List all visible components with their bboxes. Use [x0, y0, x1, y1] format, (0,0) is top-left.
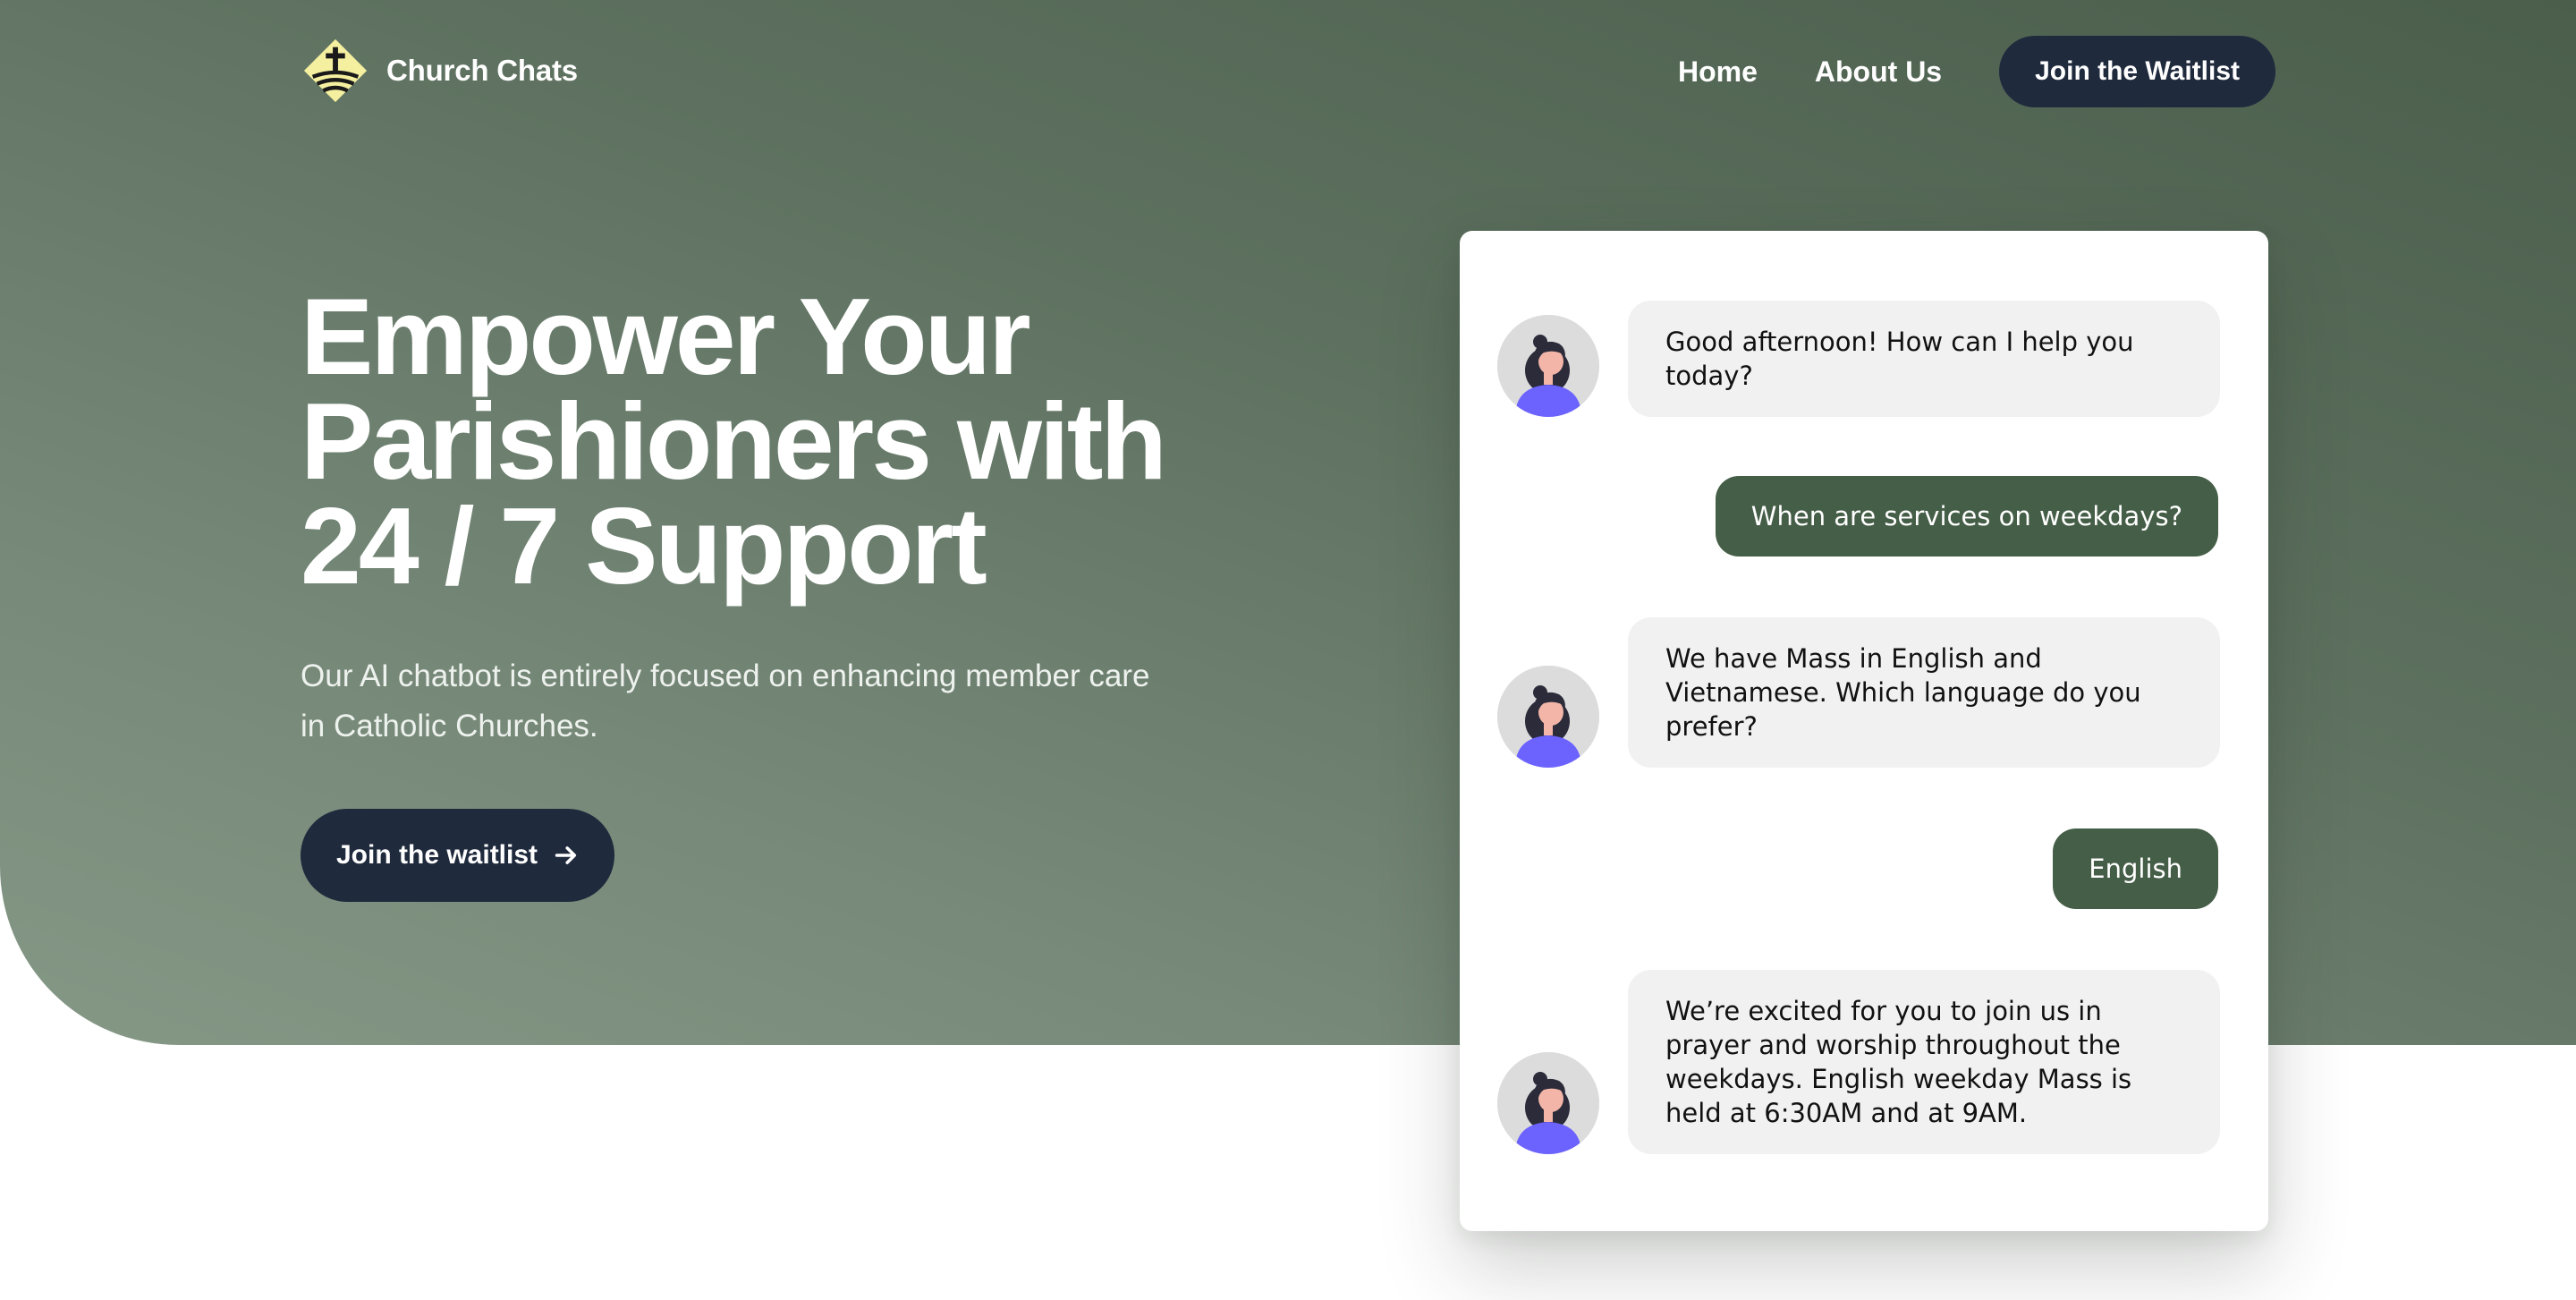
bot-avatar-icon [1497, 1052, 1599, 1154]
nav-about-link[interactable]: About Us [1815, 55, 1942, 89]
cross-diamond-logo-icon [303, 38, 368, 103]
top-nav: Home About Us Join the Waitlist [1678, 36, 2275, 107]
join-waitlist-hero-label: Join the waitlist [336, 840, 538, 870]
chat-preview-card: Good afternoon! How can I help you today… [1460, 231, 2268, 1231]
user-message-bubble: English [2053, 828, 2218, 909]
hero-headline: Empower Your Parishioners with 24 / 7 Su… [301, 276, 1167, 607]
brand-name: Church Chats [386, 54, 578, 87]
bot-message-bubble: We’re excited for you to join us in pray… [1628, 970, 2220, 1154]
brand-logo-link[interactable]: Church Chats [301, 36, 578, 106]
arrow-right-icon [555, 846, 577, 864]
bot-message-bubble: We have Mass in English and Vietnamese. … [1628, 617, 2220, 768]
join-waitlist-nav-button[interactable]: Join the Waitlist [1999, 36, 2275, 107]
join-waitlist-hero-button[interactable]: Join the waitlist [301, 809, 615, 902]
bot-avatar-icon [1497, 666, 1599, 768]
bot-avatar-icon [1497, 315, 1599, 417]
nav-home-link[interactable]: Home [1678, 55, 1758, 89]
bot-message-bubble: Good afternoon! How can I help you today… [1628, 301, 2220, 417]
user-message-bubble: When are services on weekdays? [1715, 476, 2218, 557]
hero-subtitle: Our AI chatbot is entirely focused on en… [301, 658, 1150, 743]
